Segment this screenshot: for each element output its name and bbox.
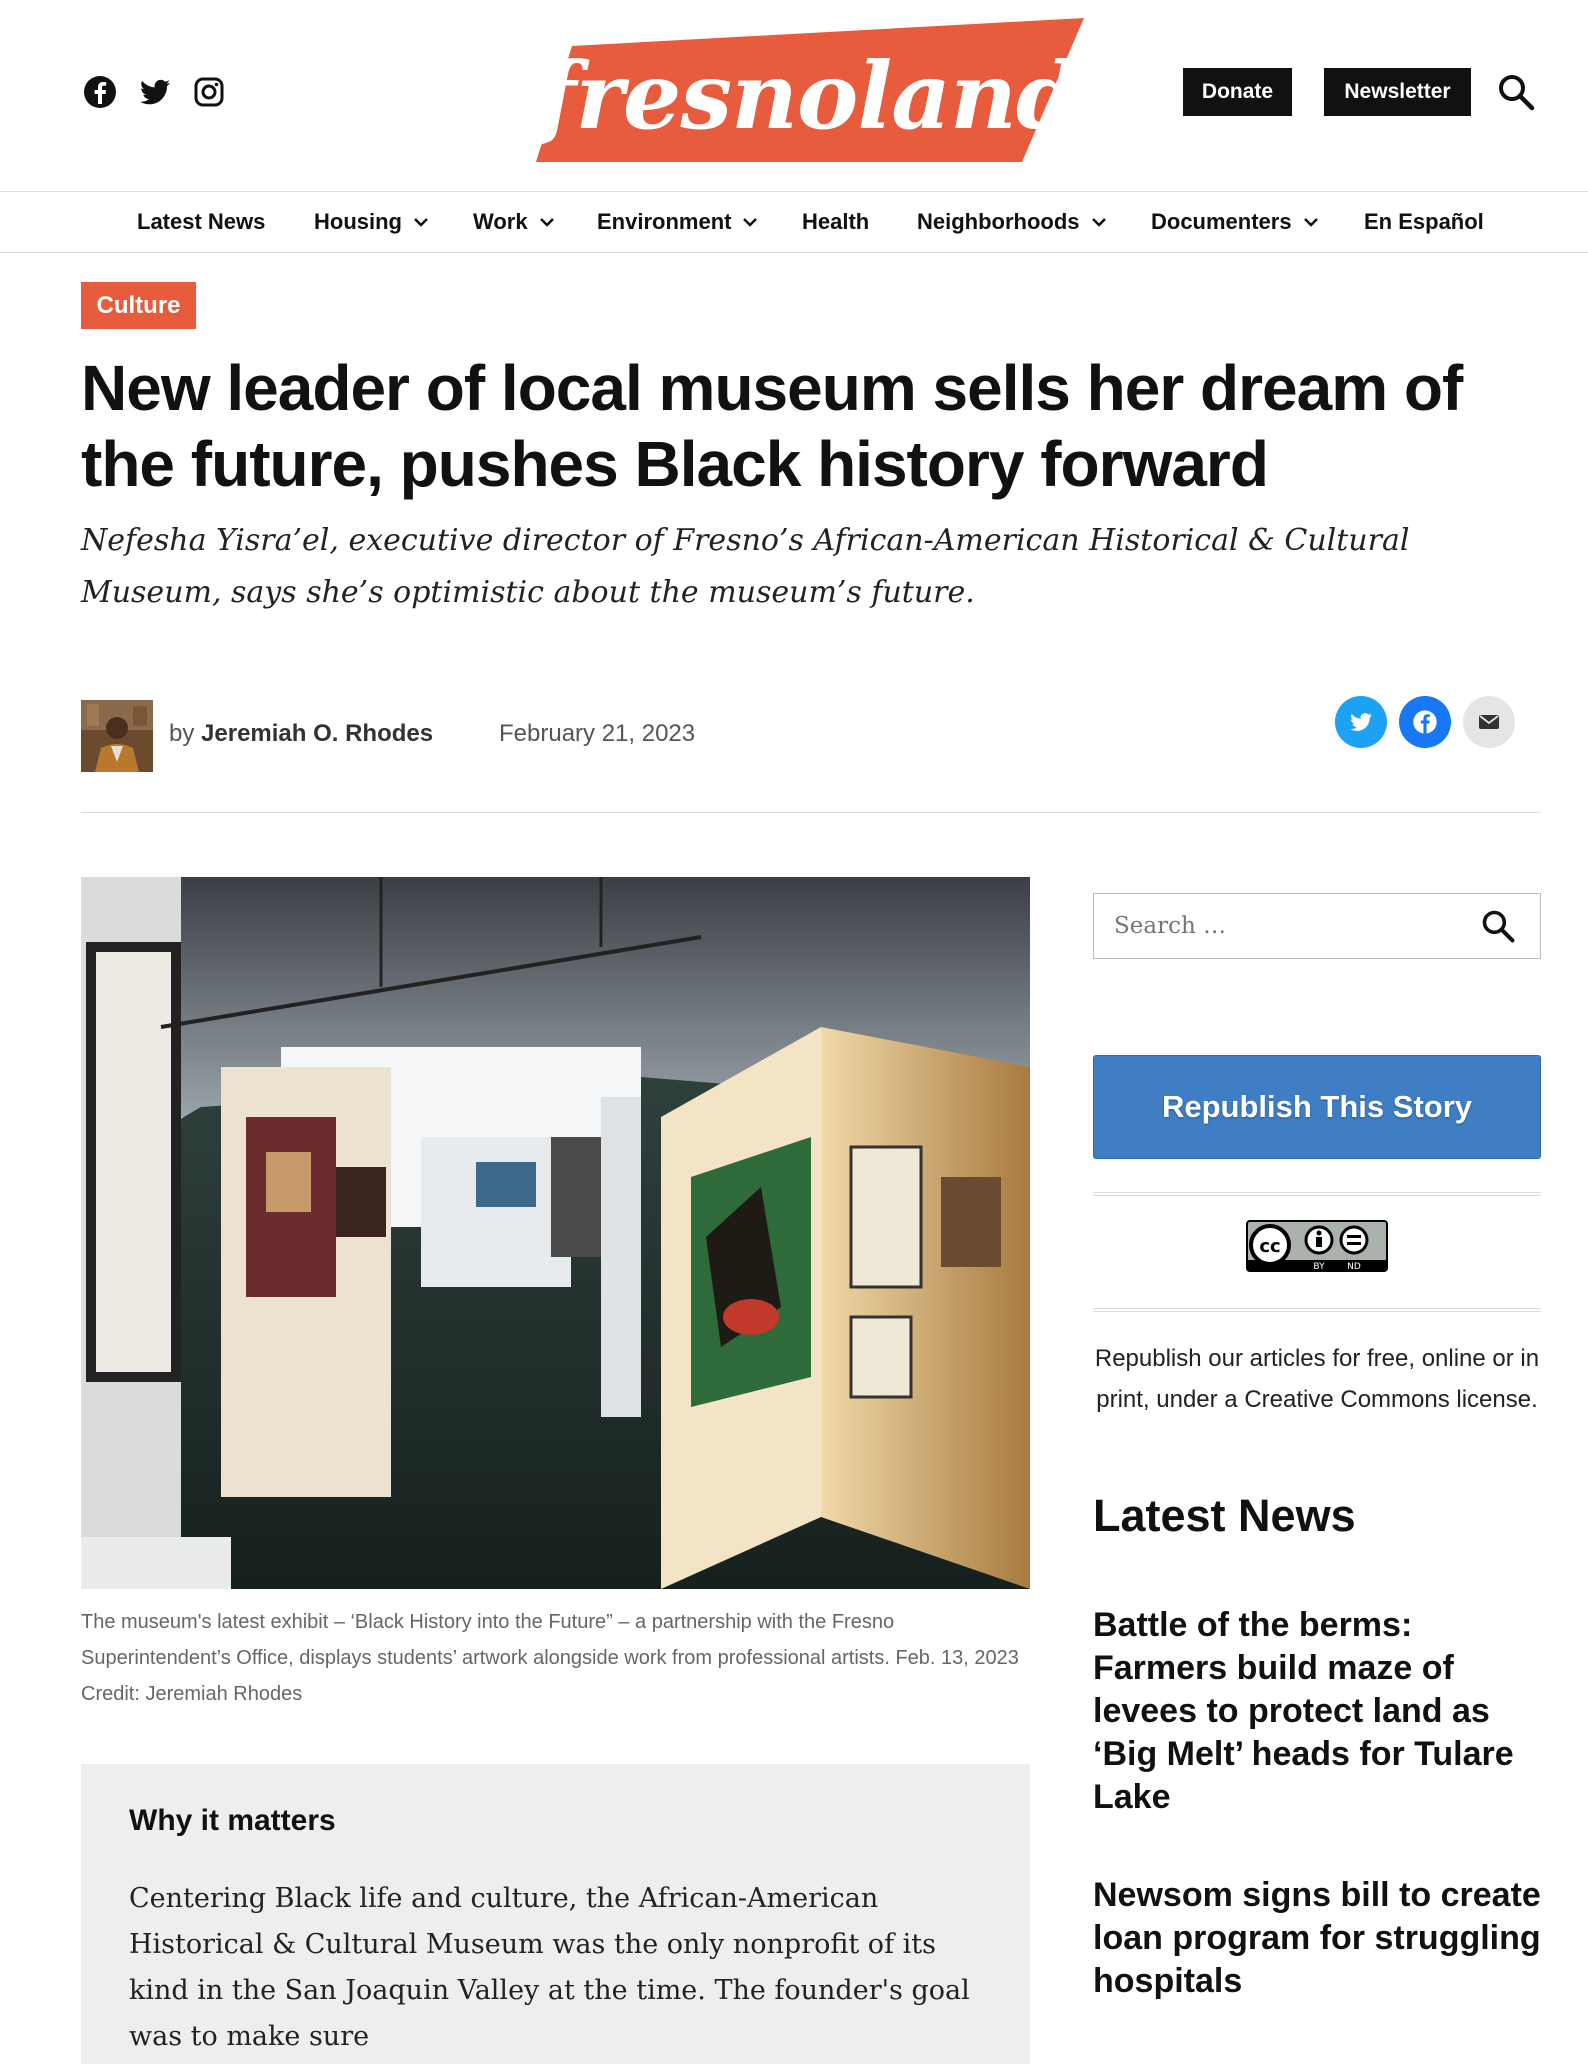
category-badge[interactable]: Culture <box>81 282 196 329</box>
donate-button[interactable]: Donate <box>1183 68 1292 116</box>
image-caption: The museum's latest exhibit – ‘Black His… <box>81 1611 1019 1705</box>
publish-date: February 21, 2023 <box>499 720 696 747</box>
search-icon[interactable] <box>1496 72 1536 112</box>
search-icon[interactable] <box>1480 908 1516 944</box>
republish-button[interactable]: Republish This Story <box>1093 1055 1541 1159</box>
newsletter-button[interactable]: Newsletter <box>1324 68 1471 116</box>
republish-description: Republish our articles for free, online … <box>1094 1345 1540 1413</box>
why-it-matters-title: Why it matters <box>129 1804 336 1837</box>
latest-story-link[interactable]: Newsom signs bill to create loan program… <box>1093 1874 1541 2003</box>
sidebar-search <box>1093 893 1541 959</box>
byline: by Jeremiah O. Rhodes <box>169 720 433 748</box>
latest-story-link[interactable]: Battle of the berms: Farmers build maze … <box>1093 1604 1541 1819</box>
email-icon <box>1479 715 1499 729</box>
why-it-matters-box: Why it matters Centering Black life and … <box>81 1764 1030 2064</box>
why-it-matters-text: Centering Black life and culture, the Af… <box>129 1883 970 2052</box>
byline-prefix: by <box>169 720 195 747</box>
nav-item-documenters[interactable]: Documenters <box>1151 192 1320 252</box>
site-logo[interactable]: fresnoland <box>531 18 1086 164</box>
logo-text: fresnoland <box>536 42 1079 150</box>
svg-text:cc: cc <box>1259 1236 1280 1257</box>
search-input[interactable] <box>1094 894 1494 958</box>
twitter-icon <box>1350 713 1372 731</box>
share-facebook-button[interactable] <box>1399 696 1451 748</box>
share-twitter-button[interactable] <box>1335 696 1387 748</box>
article-hero-image[interactable] <box>81 877 1030 1589</box>
divider <box>1093 1308 1541 1312</box>
nav-item-health[interactable]: Health <box>802 192 869 252</box>
chevron-down-icon <box>1303 218 1318 227</box>
nav-item-environment[interactable]: Environment <box>597 192 759 252</box>
nav-item-neighborhoods[interactable]: Neighborhoods <box>917 192 1108 252</box>
instagram-icon[interactable] <box>191 74 227 110</box>
chevron-down-icon <box>743 218 758 227</box>
chevron-down-icon <box>539 218 554 227</box>
author-avatar[interactable] <box>81 700 153 772</box>
facebook-icon[interactable] <box>82 74 118 110</box>
nav-item-en-espanol[interactable]: En Español <box>1364 192 1484 252</box>
share-email-button[interactable] <box>1463 696 1515 748</box>
nav-item-work[interactable]: Work <box>473 192 556 252</box>
cc-nd-label: ND <box>1347 1262 1361 1272</box>
twitter-icon[interactable] <box>137 74 173 110</box>
main-nav: Latest News Housing Work Environment Hea… <box>0 191 1588 253</box>
chevron-down-icon <box>414 218 428 227</box>
facebook-icon <box>1413 710 1437 734</box>
creative-commons-badge[interactable]: cc BY ND <box>1246 1220 1388 1272</box>
divider <box>81 812 1541 813</box>
article-dek: Nefesha Yisra’el, executive director of … <box>81 523 1410 610</box>
article-headline: New leader of local museum sells her dre… <box>81 352 1463 500</box>
divider <box>1093 1192 1541 1196</box>
author-link[interactable]: Jeremiah O. Rhodes <box>201 720 433 747</box>
nav-item-latest-news[interactable]: Latest News <box>137 192 265 252</box>
cc-by-label: BY <box>1313 1262 1325 1272</box>
nav-item-housing[interactable]: Housing <box>314 192 430 252</box>
chevron-down-icon <box>1091 218 1106 227</box>
latest-news-heading: Latest News <box>1093 1490 1356 1541</box>
